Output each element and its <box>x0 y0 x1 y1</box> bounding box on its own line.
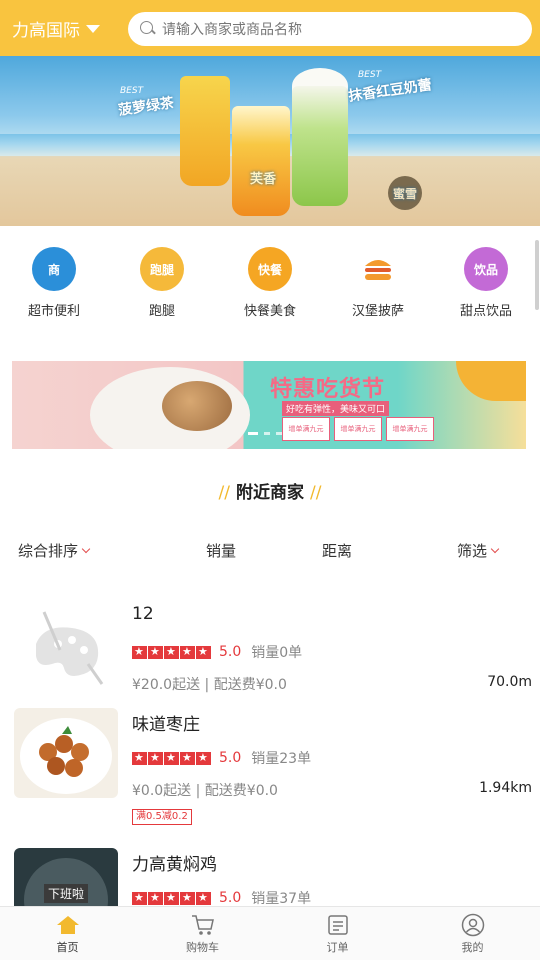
category-supermarket[interactable]: 商 超市便利 <box>0 244 108 324</box>
home-icon <box>55 913 81 937</box>
shop-name: 力高黄焖鸡 <box>132 855 217 875</box>
shop-name: 12 <box>132 604 154 624</box>
promo-banner[interactable]: 特惠吃货节 好吃有弹性，美味又可口 增单满九元 增单满九元 增单满九元 <box>12 361 526 449</box>
promo-card: 增单满九元 <box>386 417 434 441</box>
mango-image <box>456 361 526 401</box>
promo-card: 增单满九元 <box>282 417 330 441</box>
scrollbar[interactable] <box>535 240 539 310</box>
shop-distance: 70.0m <box>487 674 532 690</box>
category-errand[interactable]: 跑腿 跑腿 <box>108 244 216 324</box>
star-rating-icon <box>132 645 211 659</box>
sort-comprehensive[interactable]: 综合排序 <box>18 540 91 561</box>
nearby-section-title: //附近商家// <box>218 483 322 503</box>
profile-icon <box>460 913 486 937</box>
top-banner[interactable]: BEST BEST 菠萝绿茶 抹香红豆奶蕾 芙香 蜜雪 <box>0 56 540 226</box>
shop-rating: 5.0 销量0单 <box>132 642 302 662</box>
category-label: 快餐美食 <box>243 304 296 319</box>
sort-distance[interactable]: 距离 <box>322 540 352 561</box>
carousel-dot <box>248 432 258 435</box>
top-bar: 力高国际 请输入商家或商品名称 <box>0 0 540 56</box>
category-label: 跑腿 <box>148 304 175 319</box>
carousel-dot <box>276 432 282 435</box>
banner-tag-left: 菠萝绿茶 <box>117 95 175 119</box>
shop-name: 味道枣庄 <box>132 715 200 735</box>
shop-item[interactable]: 下班啦 力高黄焖鸡 5.0 销量37单 <box>0 848 540 906</box>
bottom-nav: 首页 购物车 订单 我的 <box>0 906 540 960</box>
promo-title: 特惠吃货节 <box>270 377 386 402</box>
sort-filter[interactable]: 筛选 <box>457 540 500 561</box>
tab-cart[interactable]: 购物车 <box>135 907 270 960</box>
pineapple-drink-image <box>180 76 230 186</box>
carousel-dot <box>264 432 270 435</box>
category-dessert[interactable]: 饮品 甜点饮品 <box>432 244 540 324</box>
promo-card: 增单满九元 <box>334 417 382 441</box>
orange-drink-image <box>232 106 290 216</box>
fastfood-icon: 快餐 <box>242 244 298 294</box>
shop-item[interactable]: 味道枣庄 5.0 销量23单 ¥0.0起送 | 配送费¥0.0 1.94km 满… <box>0 708 540 830</box>
category-label: 超市便利 <box>27 304 80 319</box>
tab-home[interactable]: 首页 <box>0 907 135 960</box>
shop-rating: 5.0 销量37单 <box>132 888 311 906</box>
category-burger[interactable]: 汉堡披萨 <box>324 244 432 324</box>
thumb-label: 下班啦 <box>44 884 89 903</box>
errand-icon: 跑腿 <box>134 244 190 294</box>
banner-tag-center: 芙香 <box>250 172 277 187</box>
pancake-image <box>162 381 232 431</box>
matcha-drink-image <box>292 86 348 206</box>
shop-fee: ¥20.0起送 | 配送费¥0.0 <box>132 677 287 693</box>
shop-icon: 商 <box>26 244 82 294</box>
shop-item[interactable]: 12 5.0 销量0单 ¥20.0起送 | 配送费¥0.0 70.0m <box>0 604 540 700</box>
category-label: 甜点饮品 <box>459 304 512 319</box>
cart-icon <box>190 913 216 937</box>
carousel-dots <box>248 432 282 435</box>
chevron-down-icon <box>81 544 91 553</box>
city-selector[interactable]: 力高国际 <box>12 16 100 41</box>
search-box[interactable]: 请输入商家或商品名称 <box>128 12 532 46</box>
shop-distance: 1.94km <box>479 780 532 796</box>
city-label: 力高国际 <box>12 20 80 41</box>
shop-rating: 5.0 销量23单 <box>132 748 311 768</box>
category-fastfood[interactable]: 快餐 快餐美食 <box>216 244 324 324</box>
caret-down-icon <box>86 25 100 33</box>
sort-sales[interactable]: 销量 <box>206 540 236 561</box>
promo-subtitle: 好吃有弹性，美味又可口 <box>282 401 390 416</box>
drink-icon: 饮品 <box>458 244 514 294</box>
shop-thumbnail <box>14 708 118 798</box>
shop-thumbnail <box>14 604 118 694</box>
tab-profile[interactable]: 我的 <box>405 907 540 960</box>
category-row: 商 超市便利 跑腿 跑腿 快餐 快餐美食 汉堡披萨 饮品 甜点饮品 <box>0 244 540 324</box>
burger-icon <box>350 244 406 294</box>
best-mark-right: BEST <box>358 70 382 80</box>
tab-orders[interactable]: 订单 <box>270 907 405 960</box>
sort-bar: 综合排序 销量 距离 筛选 <box>0 540 540 566</box>
order-icon <box>325 913 351 937</box>
star-rating-icon <box>132 891 211 905</box>
chevron-down-icon <box>490 544 500 553</box>
brand-logo: 蜜雪 <box>388 176 422 210</box>
search-icon <box>140 21 156 37</box>
category-label: 汉堡披萨 <box>351 304 404 319</box>
shop-thumbnail: 下班啦 <box>14 848 118 906</box>
promo-cards: 增单满九元 增单满九元 增单满九元 <box>282 417 434 441</box>
best-mark-left: BEST <box>120 86 144 96</box>
search-placeholder: 请输入商家或商品名称 <box>162 22 302 38</box>
discount-badge: 满0.5减0.2 <box>132 809 192 825</box>
star-rating-icon <box>132 751 211 765</box>
shop-fee: ¥0.0起送 | 配送费¥0.0 <box>132 783 278 799</box>
